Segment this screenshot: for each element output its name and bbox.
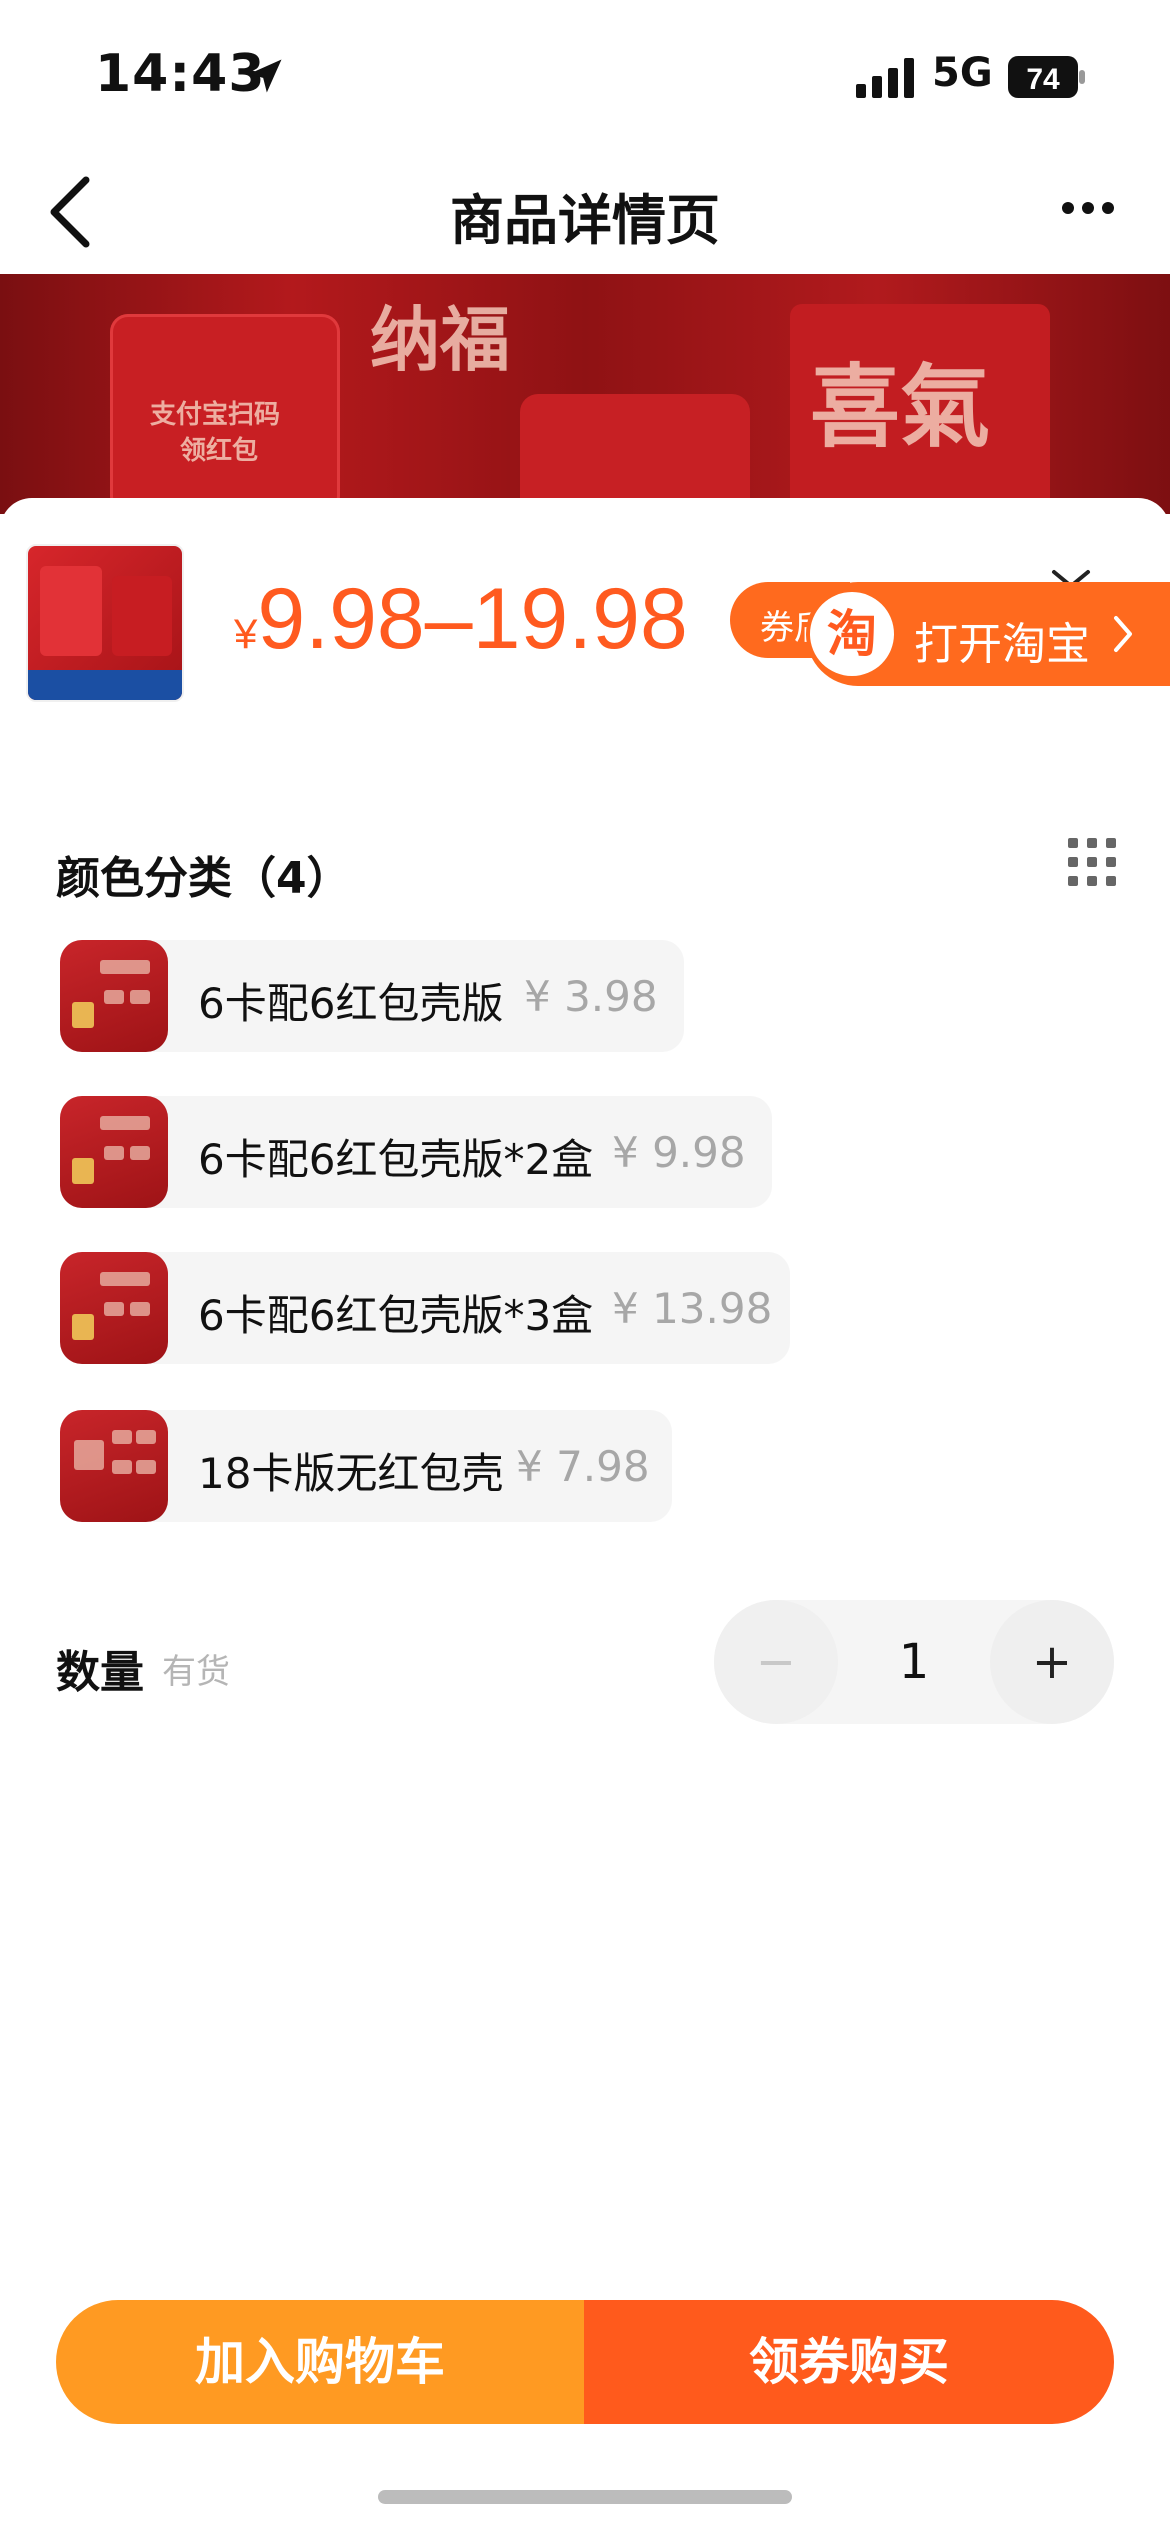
nav-header: 商品详情页 xyxy=(0,150,1170,274)
variant-label: 18卡版无红包壳 xyxy=(198,1449,504,1498)
battery-level: 74 xyxy=(1026,63,1060,96)
thumb-grid-cell xyxy=(136,1460,156,1474)
variant-thumbnail xyxy=(60,1096,168,1208)
thumb-grid-cell xyxy=(100,960,150,974)
thumb-grid-cell xyxy=(100,1272,150,1286)
variant-label: 6卡配6红包壳版*3盒 xyxy=(198,1291,594,1340)
page-title: 商品详情页 xyxy=(450,189,720,252)
quantity-stepper: − 1 + xyxy=(714,1600,1114,1724)
thumb-gold-card xyxy=(72,1314,94,1340)
variant-thumbnail xyxy=(60,1252,168,1364)
variant-label: 6卡配6红包壳版*2盒 xyxy=(198,1135,594,1184)
variant-price: ¥ 9.98 xyxy=(612,1128,746,1177)
location-arrow-icon xyxy=(248,59,282,93)
add-to-cart-button[interactable]: 加入购物车 xyxy=(56,2300,584,2424)
thumb-gold-card xyxy=(72,1158,94,1184)
variant-price: ¥ 7.98 xyxy=(516,1442,650,1491)
thumb-grid-cell xyxy=(100,1116,150,1130)
open-taobao-label: 打开淘宝 xyxy=(914,619,1090,670)
variant-price: ¥ 3.98 xyxy=(524,972,658,1021)
variant-thumbnail xyxy=(60,940,168,1052)
thumb-grid-cell xyxy=(130,1302,150,1316)
price-range: ¥9.98–19.98 xyxy=(234,570,688,669)
variant-option[interactable]: 6卡配6红包壳版*2盒 ¥ 9.98 xyxy=(60,1096,772,1208)
signal-icon xyxy=(856,58,914,98)
product-banner-image: 纳福 喜氣 支付宝扫码 领红包 xyxy=(0,274,1170,514)
thumb-card xyxy=(112,576,172,656)
price-value: 9.98–19.98 xyxy=(257,571,688,667)
increment-button[interactable]: + xyxy=(990,1600,1114,1724)
decrement-button[interactable]: − xyxy=(714,1600,838,1724)
status-bar: 14:43 5G 74 xyxy=(0,0,1170,150)
home-indicator[interactable] xyxy=(378,2490,792,2504)
chevron-right-icon xyxy=(1114,616,1132,652)
grid-view-icon[interactable] xyxy=(1068,838,1116,886)
quantity-label: 数量 xyxy=(56,1647,144,1698)
banner-text: 领红包 xyxy=(180,436,259,466)
thumb-grid-cell xyxy=(104,1146,124,1160)
product-thumbnail[interactable] xyxy=(26,544,184,702)
variant-option[interactable]: 18卡版无红包壳 ¥ 7.98 xyxy=(60,1410,672,1522)
banner-text: 支付宝扫码 xyxy=(150,400,281,430)
network-type: 5G xyxy=(932,50,993,96)
taobao-logo-icon: 淘 xyxy=(810,592,894,676)
variant-thumbnail xyxy=(60,1410,168,1522)
price-symbol: ¥ xyxy=(234,610,258,657)
thumb-grid-cell xyxy=(112,1460,132,1474)
quantity-value[interactable]: 1 xyxy=(838,1600,990,1724)
variant-option[interactable]: 6卡配6红包壳版 ¥ 3.98 xyxy=(60,940,684,1052)
stock-status: 有货 xyxy=(162,1652,230,1692)
thumb-grid-cell xyxy=(104,1302,124,1316)
thumb-gold-card xyxy=(72,1002,94,1028)
variant-section-title: 颜色分类（4） xyxy=(56,853,351,904)
banner-text: 纳福 xyxy=(370,299,510,381)
thumb-grid-cell xyxy=(130,1146,150,1160)
thumb-grid-cell xyxy=(112,1430,132,1444)
thumb-grid-cell xyxy=(74,1440,104,1470)
thumb-grid-cell xyxy=(136,1430,156,1444)
thumb-grid-cell xyxy=(130,990,150,1004)
thumb-strip xyxy=(28,670,182,700)
thumb-card xyxy=(40,566,102,656)
open-taobao-button[interactable]: 淘 打开淘宝 xyxy=(806,582,1170,686)
thumb-grid-cell xyxy=(104,990,124,1004)
banner-text: 喜氣 xyxy=(810,355,990,460)
battery-icon: 74 xyxy=(1008,56,1086,98)
variant-price: ¥ 13.98 xyxy=(612,1284,773,1333)
buy-with-coupon-button[interactable]: 领券购买 xyxy=(584,2300,1114,2424)
status-time: 14:43 xyxy=(95,44,266,104)
variant-option[interactable]: 6卡配6红包壳版*3盒 ¥ 13.98 xyxy=(60,1252,790,1364)
variant-label: 6卡配6红包壳版 xyxy=(198,979,504,1028)
banner-card xyxy=(520,394,750,514)
more-icon[interactable] xyxy=(1060,196,1116,220)
